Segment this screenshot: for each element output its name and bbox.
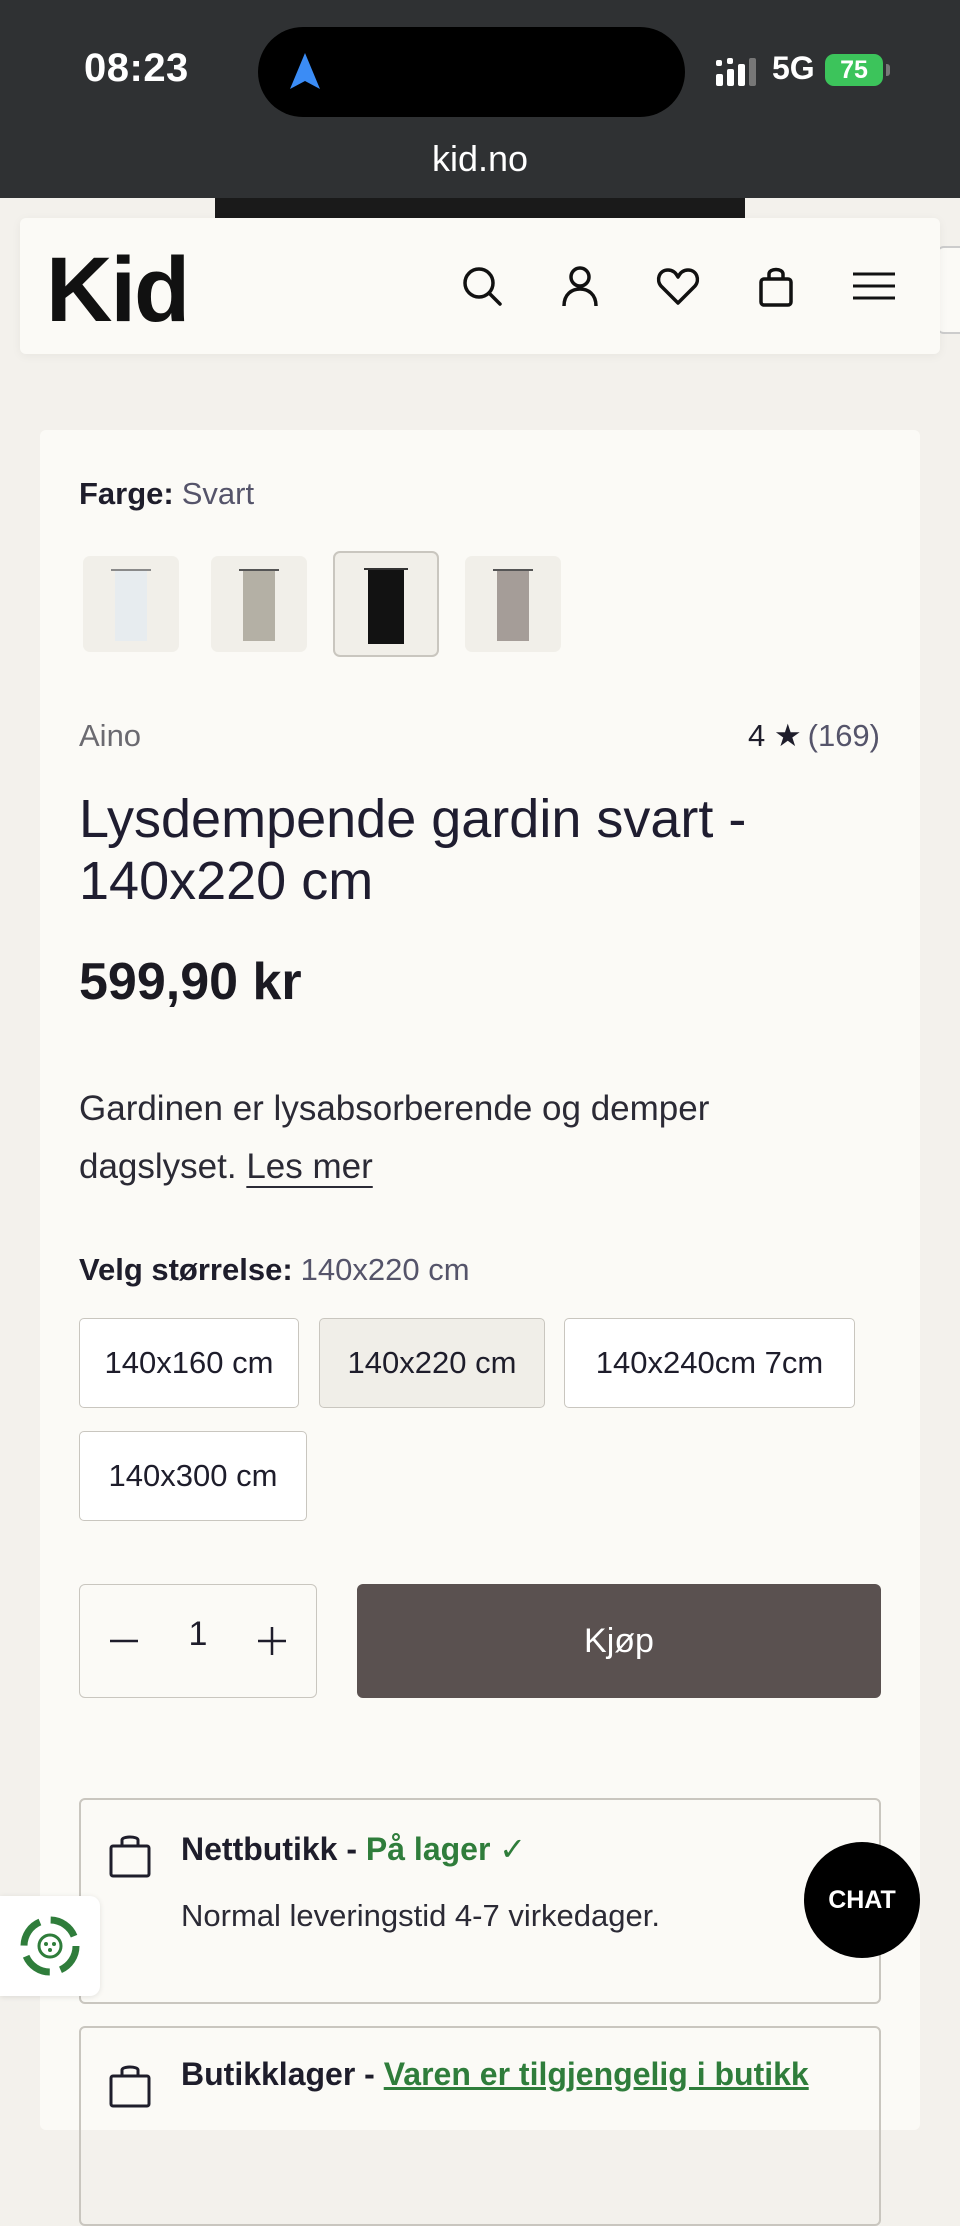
online-stock-box[interactable]: Nettbutikk - På lager ✓ Normal leverings… xyxy=(79,1798,881,2004)
size-selector-label: Velg størrelse: 140x220 cm xyxy=(79,1252,470,1288)
product-card: Farge: Svart Aino 4 ★ (169) Lysdempende ga… xyxy=(40,430,920,2226)
review-count: (169) xyxy=(807,718,880,753)
rating-value: 4 ★ xyxy=(747,718,802,753)
curtain-thumbnail-icon xyxy=(111,569,151,641)
url-bar[interactable]: kid.no xyxy=(0,138,960,180)
curtain-thumbnail-icon xyxy=(493,569,533,641)
swatch-beige[interactable] xyxy=(211,556,307,652)
swatch-greige[interactable] xyxy=(465,556,561,652)
status-time: 08:23 xyxy=(84,46,189,90)
product-title: Lysdempende gardin svart - 140x220 cm xyxy=(79,789,747,911)
product-price: 599,90 kr xyxy=(79,953,302,1011)
bag-icon xyxy=(109,2065,151,2108)
recycle-badge[interactable] xyxy=(0,1896,100,1996)
site-header: Kid xyxy=(20,218,940,354)
brand-name[interactable]: Aino xyxy=(79,718,141,754)
buy-button[interactable]: Kjøp xyxy=(357,1584,881,1698)
color-selector-label: Farge: Svart xyxy=(79,476,254,512)
signal-icon xyxy=(716,58,756,86)
product-rating[interactable]: 4 ★ (169) xyxy=(748,718,880,754)
size-option-140x220[interactable]: 140x220 cm xyxy=(319,1318,545,1408)
size-option-140x160[interactable]: 140x160 cm xyxy=(79,1318,299,1408)
size-option-140x240[interactable]: 140x240cm 7cm xyxy=(564,1318,855,1408)
plus-icon[interactable] xyxy=(252,1621,292,1661)
size-value: 140x220 cm xyxy=(300,1252,470,1287)
store-stock-title: Butikklager - Varen er tilgjengelig i bu… xyxy=(181,2056,809,2093)
bag-icon[interactable] xyxy=(752,262,800,310)
quantity-stepper: 1 xyxy=(79,1584,317,1698)
store-stock-label: Butikklager - xyxy=(181,2056,375,2092)
chat-button[interactable]: CHAT xyxy=(804,1842,920,1958)
description-text: Gardinen er lysabsorberende og demper da… xyxy=(79,1089,710,1186)
account-icon[interactable] xyxy=(556,262,604,310)
product-description: Gardinen er lysabsorberende og demper da… xyxy=(79,1080,869,1196)
curtain-thumbnail-icon xyxy=(239,569,279,641)
heart-icon[interactable] xyxy=(654,262,702,310)
color-value: Svart xyxy=(181,476,255,511)
online-store-label: Nettbutikk - xyxy=(181,1831,357,1867)
color-label: Farge: xyxy=(79,476,174,511)
dynamic-island xyxy=(258,27,685,117)
store-stock-box[interactable]: Butikklager - Varen er tilgjengelig i bu… xyxy=(79,2026,881,2226)
store-stock-status[interactable]: Varen er tilgjengelig i butikk xyxy=(384,2056,809,2092)
swatch-black[interactable] xyxy=(333,551,439,657)
size-option-140x300[interactable]: 140x300 cm xyxy=(79,1431,307,1521)
online-stock-title: Nettbutikk - På lager ✓ xyxy=(181,1830,526,1868)
bag-icon xyxy=(109,1835,151,1878)
recycle-icon xyxy=(20,1916,80,1976)
online-stock-status: På lager ✓ xyxy=(365,1831,527,1867)
status-bar: 08:23 5G 75 kid.no xyxy=(0,0,960,198)
hero-image-edge xyxy=(215,198,745,218)
kid-logo[interactable]: Kid xyxy=(46,238,190,343)
location-arrow-icon xyxy=(290,53,320,89)
search-icon[interactable] xyxy=(458,262,506,310)
curtain-thumbnail-icon xyxy=(364,568,408,644)
menu-icon[interactable] xyxy=(850,262,898,310)
read-more-link[interactable]: Les mer xyxy=(246,1147,372,1186)
swatch-white[interactable] xyxy=(83,556,179,652)
network-type: 5G xyxy=(772,50,815,86)
delivery-time-text: Normal leveringstid 4-7 virkedager. xyxy=(181,1898,660,1933)
size-label: Velg størrelse: xyxy=(79,1252,293,1287)
battery-icon: 75 xyxy=(825,54,890,86)
